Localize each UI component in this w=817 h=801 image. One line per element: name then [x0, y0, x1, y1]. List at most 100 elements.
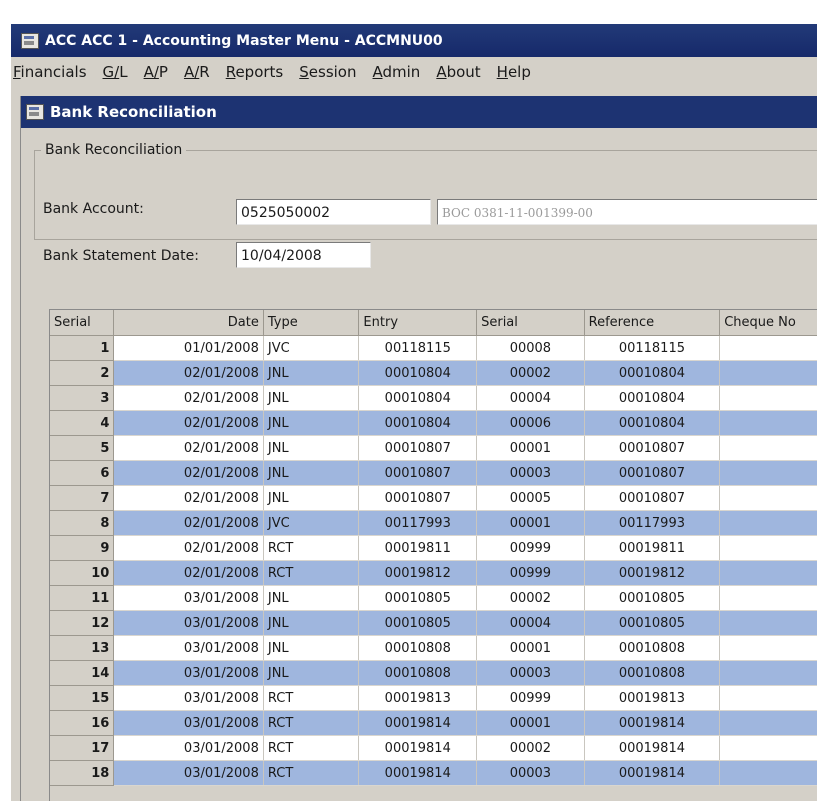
date-cell[interactable]: 02/01/2008: [113, 410, 264, 436]
entry-serial-cell[interactable]: 00002: [476, 585, 585, 611]
col-header-type[interactable]: Type: [263, 310, 360, 336]
statement-date-input[interactable]: 10/04/2008: [236, 242, 371, 268]
entry-cell[interactable]: 00019814: [358, 710, 478, 736]
row-serial-cell[interactable]: 14: [50, 660, 115, 686]
reference-cell[interactable]: 00010804: [584, 410, 721, 436]
menu-ap[interactable]: A/P: [136, 63, 176, 81]
entry-serial-cell[interactable]: 00999: [476, 535, 585, 561]
row-serial-cell[interactable]: 5: [50, 435, 115, 461]
reference-cell[interactable]: 00117993: [584, 510, 721, 536]
entry-serial-cell[interactable]: 00002: [476, 360, 585, 386]
entry-cell[interactable]: 00010807: [358, 485, 478, 511]
entry-serial-cell[interactable]: 00001: [476, 435, 585, 461]
entry-cell[interactable]: 00010805: [358, 585, 478, 611]
menu-admin[interactable]: Admin: [365, 63, 429, 81]
entry-serial-cell[interactable]: 00008: [476, 335, 585, 361]
cheque-no-cell[interactable]: [719, 635, 817, 661]
row-serial-cell[interactable]: 3: [50, 385, 115, 411]
date-cell[interactable]: 03/01/2008: [113, 710, 264, 736]
entry-cell[interactable]: 00010808: [358, 635, 478, 661]
menu-financials[interactable]: Financials: [11, 63, 95, 81]
reference-cell[interactable]: 00010805: [584, 610, 721, 636]
menu-gl[interactable]: G/L: [95, 63, 136, 81]
date-cell[interactable]: 02/01/2008: [113, 485, 264, 511]
entry-serial-cell[interactable]: 00001: [476, 510, 585, 536]
entry-serial-cell[interactable]: 00004: [476, 610, 585, 636]
date-cell[interactable]: 02/01/2008: [113, 535, 264, 561]
entry-cell[interactable]: 00010807: [358, 435, 478, 461]
row-serial-cell[interactable]: 9: [50, 535, 115, 561]
row-serial-cell[interactable]: 18: [50, 760, 115, 786]
row-serial-cell[interactable]: 7: [50, 485, 115, 511]
row-serial-cell[interactable]: 15: [50, 685, 115, 711]
date-cell[interactable]: 02/01/2008: [113, 360, 264, 386]
type-cell[interactable]: JNL: [263, 610, 360, 636]
reference-cell[interactable]: 00010804: [584, 385, 721, 411]
type-cell[interactable]: JVC: [263, 335, 360, 361]
col-header-reference[interactable]: Reference: [584, 310, 721, 336]
table-row[interactable]: 14 03/01/2008 JNL 00010808 00003 00010808: [50, 660, 817, 686]
row-serial-cell[interactable]: 4: [50, 410, 115, 436]
entry-serial-cell[interactable]: 00001: [476, 635, 585, 661]
row-serial-cell[interactable]: 1: [50, 335, 115, 361]
date-cell[interactable]: 02/01/2008: [113, 510, 264, 536]
entry-cell[interactable]: 00019812: [358, 560, 478, 586]
date-cell[interactable]: 02/01/2008: [113, 460, 264, 486]
type-cell[interactable]: RCT: [263, 685, 360, 711]
row-serial-cell[interactable]: 16: [50, 710, 115, 736]
cheque-no-cell[interactable]: [719, 460, 817, 486]
table-row[interactable]: 8 02/01/2008 JVC 00117993 00001 00117993: [50, 510, 817, 536]
table-row[interactable]: 9 02/01/2008 RCT 00019811 00999 00019811: [50, 535, 817, 561]
type-cell[interactable]: JVC: [263, 510, 360, 536]
date-cell[interactable]: 02/01/2008: [113, 560, 264, 586]
cheque-no-cell[interactable]: [719, 610, 817, 636]
cheque-no-cell[interactable]: [719, 360, 817, 386]
table-row[interactable]: 11 03/01/2008 JNL 00010805 00002 00010805: [50, 585, 817, 611]
reference-cell[interactable]: 00010808: [584, 660, 721, 686]
reference-cell[interactable]: 00010808: [584, 635, 721, 661]
row-serial-cell[interactable]: 12: [50, 610, 115, 636]
entry-cell[interactable]: 00019811: [358, 535, 478, 561]
menu-reports[interactable]: Reports: [218, 63, 292, 81]
date-cell[interactable]: 01/01/2008: [113, 335, 264, 361]
type-cell[interactable]: JNL: [263, 360, 360, 386]
table-row[interactable]: 7 02/01/2008 JNL 00010807 00005 00010807: [50, 485, 817, 511]
entry-serial-cell[interactable]: 00003: [476, 760, 585, 786]
table-row[interactable]: 17 03/01/2008 RCT 00019814 00002 00019814: [50, 735, 817, 761]
row-serial-cell[interactable]: 10: [50, 560, 115, 586]
cheque-no-cell[interactable]: [719, 410, 817, 436]
cheque-no-cell[interactable]: [719, 710, 817, 736]
row-serial-cell[interactable]: 13: [50, 635, 115, 661]
reference-cell[interactable]: 00118115: [584, 335, 721, 361]
entry-serial-cell[interactable]: 00005: [476, 485, 585, 511]
table-row[interactable]: 6 02/01/2008 JNL 00010807 00003 00010807: [50, 460, 817, 486]
row-serial-cell[interactable]: 17: [50, 735, 115, 761]
date-cell[interactable]: 02/01/2008: [113, 435, 264, 461]
cheque-no-cell[interactable]: [719, 510, 817, 536]
entry-cell[interactable]: 00010807: [358, 460, 478, 486]
app-icon[interactable]: [21, 32, 39, 49]
menu-ar[interactable]: A/R: [176, 63, 218, 81]
bank-account-input[interactable]: 0525050002: [236, 199, 431, 225]
table-row[interactable]: 16 03/01/2008 RCT 00019814 00001 00019814: [50, 710, 817, 736]
type-cell[interactable]: RCT: [263, 735, 360, 761]
date-cell[interactable]: 03/01/2008: [113, 760, 264, 786]
entry-serial-cell[interactable]: 00002: [476, 735, 585, 761]
entry-serial-cell[interactable]: 00001: [476, 710, 585, 736]
menu-help[interactable]: Help: [489, 63, 539, 81]
cheque-no-cell[interactable]: [719, 435, 817, 461]
cheque-no-cell[interactable]: [719, 685, 817, 711]
table-row[interactable]: 4 02/01/2008 JNL 00010804 00006 00010804: [50, 410, 817, 436]
cheque-no-cell[interactable]: [719, 385, 817, 411]
entry-cell[interactable]: 00019814: [358, 760, 478, 786]
type-cell[interactable]: JNL: [263, 585, 360, 611]
type-cell[interactable]: JNL: [263, 385, 360, 411]
reference-cell[interactable]: 00010807: [584, 435, 721, 461]
table-row[interactable]: 1 01/01/2008 JVC 00118115 00008 00118115: [50, 335, 817, 361]
table-row[interactable]: 13 03/01/2008 JNL 00010808 00001 00010808: [50, 635, 817, 661]
entry-cell[interactable]: 00010805: [358, 610, 478, 636]
row-serial-cell[interactable]: 2: [50, 360, 115, 386]
col-header-serial[interactable]: Serial: [50, 310, 115, 336]
date-cell[interactable]: 03/01/2008: [113, 685, 264, 711]
reference-cell[interactable]: 00019814: [584, 735, 721, 761]
